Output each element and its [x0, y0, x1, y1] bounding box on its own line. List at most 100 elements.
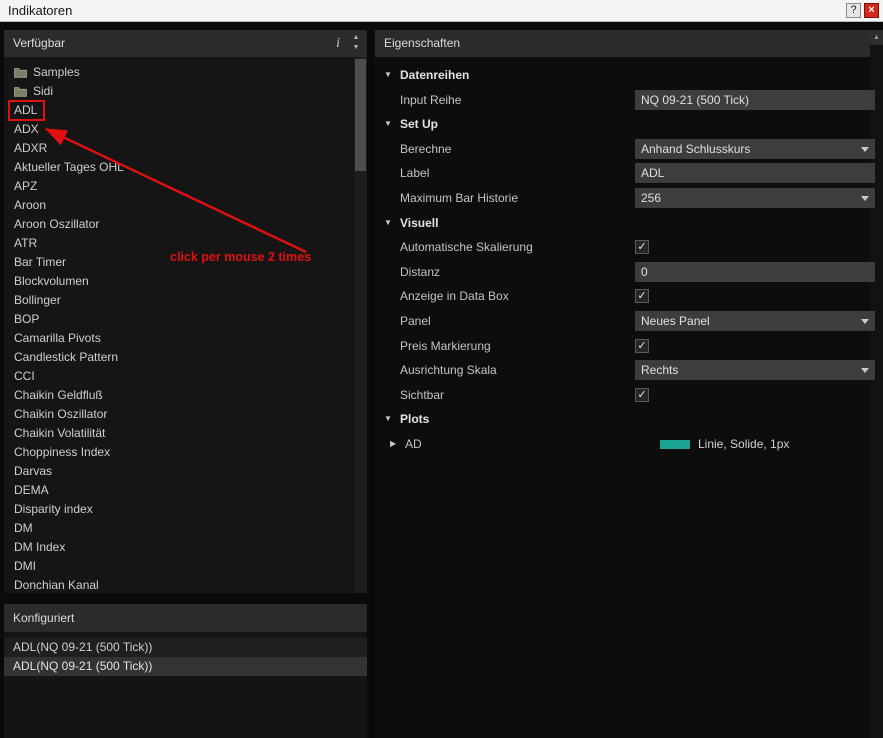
scroll-down-icon[interactable]: ▼	[349, 43, 363, 53]
available-item[interactable]: Bollinger	[4, 291, 367, 310]
ausrichtung-skala-select[interactable]: Rechts	[635, 360, 875, 381]
automatische-skalierung-checkbox[interactable]: ✓	[635, 240, 649, 255]
available-item-label: Darvas	[14, 464, 53, 478]
group-set-up[interactable]: ▼ Set Up	[375, 112, 870, 137]
sichtbar-checkbox[interactable]: ✓	[635, 387, 649, 402]
group-datenreihen[interactable]: ▼ Datenreihen	[375, 63, 870, 88]
available-item[interactable]: Camarilla Pivots	[4, 329, 367, 348]
info-icon[interactable]: i	[336, 30, 340, 57]
available-item[interactable]: Bar Timer	[4, 253, 367, 272]
available-item[interactable]: DEMA	[4, 481, 367, 500]
prop-row-berechne: Berechne Anhand Schlusskurs	[375, 137, 875, 162]
label-field[interactable]: ADL	[635, 163, 875, 184]
help-button[interactable]: ?	[846, 3, 861, 18]
configured-panel: Konfiguriert ADL(NQ 09-21 (500 Tick)) AD…	[4, 604, 367, 738]
close-button[interactable]: ×	[864, 3, 879, 18]
available-item[interactable]: Donchian Kanal	[4, 576, 367, 593]
title-bar: Indikatoren ? ×	[0, 0, 883, 22]
selected-value: Rechts	[641, 363, 679, 378]
available-item[interactable]: CCI	[4, 367, 367, 386]
chevron-right-icon[interactable]: ▶	[390, 432, 396, 457]
plot-style-text: Linie, Solide, 1px	[698, 437, 790, 452]
scroll-up-icon[interactable]: ▲	[870, 30, 883, 45]
available-item[interactable]: BOP	[4, 310, 367, 329]
preis-markierung-checkbox[interactable]: ✓	[635, 338, 649, 353]
available-item[interactable]: DMI	[4, 557, 367, 576]
prop-label: Label	[400, 166, 430, 181]
prop-label: Anzeige in Data Box	[400, 289, 509, 304]
available-scrollbar[interactable]	[354, 57, 367, 593]
available-item[interactable]: Aktueller Tages OHL	[4, 158, 367, 177]
prop-row-distanz: Distanz 0	[375, 260, 875, 285]
available-item[interactable]: ATR	[4, 234, 367, 253]
prop-row-panel: Panel Neues Panel	[375, 309, 875, 334]
configured-header-label: Konfiguriert	[13, 611, 75, 625]
available-item[interactable]: ADXR	[4, 139, 367, 158]
available-item[interactable]: Choppiness Index	[4, 443, 367, 462]
available-item-label: Donchian Kanal	[14, 578, 99, 592]
group-label: Plots	[400, 412, 430, 427]
available-panel: Verfügbar i ▲ ▼ Samples Sidi ADL ADX ADX…	[4, 30, 367, 593]
prop-label: Sichtbar	[400, 387, 445, 402]
prop-label: Distanz	[400, 264, 441, 279]
available-item[interactable]: Blockvolumen	[4, 272, 367, 291]
available-item[interactable]: APZ	[4, 177, 367, 196]
chevron-down-icon	[861, 318, 869, 324]
available-item[interactable]: DM	[4, 519, 367, 538]
maximum-bar-historie-select[interactable]: 256	[635, 187, 875, 208]
prop-row-sichtbar: Sichtbar ✓	[375, 383, 870, 408]
group-plots[interactable]: ▼ Plots	[375, 407, 870, 432]
available-item-label: DM Index	[14, 540, 66, 554]
available-item[interactable]: Aroon	[4, 196, 367, 215]
selected-value: 256	[641, 190, 662, 205]
check-icon: ✓	[637, 290, 647, 303]
prop-row-automatische-skalierung: Automatische Skalierung ✓	[375, 235, 870, 260]
input-reihe-field[interactable]: NQ 09-21 (500 Tick)	[635, 89, 875, 110]
chevron-down-icon: ▼	[384, 414, 392, 424]
available-item[interactable]: Disparity index	[4, 500, 367, 519]
available-item[interactable]: Samples	[4, 63, 367, 82]
available-item[interactable]: Sidi	[4, 82, 367, 101]
available-item[interactable]: Aroon Oszillator	[4, 215, 367, 234]
available-item[interactable]: Chaikin Geldfluß	[4, 386, 367, 405]
configured-list: ADL(NQ 09-21 (500 Tick)) ADL(NQ 09-21 (5…	[4, 632, 367, 738]
available-item[interactable]: Chaikin Oszillator	[4, 405, 367, 424]
group-visuell[interactable]: ▼ Visuell	[375, 211, 870, 236]
configured-item[interactable]: ADL(NQ 09-21 (500 Tick))	[4, 638, 367, 657]
available-item-label: ADL	[14, 103, 38, 117]
configured-item-selected[interactable]: ADL(NQ 09-21 (500 Tick))	[4, 657, 367, 676]
window-title: Indikatoren	[8, 3, 73, 18]
available-item[interactable]: DM Index	[4, 538, 367, 557]
prop-label: Maximum Bar Historie	[400, 190, 519, 205]
configured-header: Konfiguriert	[4, 604, 367, 632]
available-item-label: Candlestick Pattern	[14, 350, 119, 364]
available-item-label: Choppiness Index	[14, 445, 111, 459]
available-item-label: Camarilla Pivots	[14, 331, 101, 345]
chevron-down-icon: ▼	[384, 119, 392, 129]
scroll-up-icon[interactable]: ▲	[349, 33, 363, 43]
panel-select[interactable]: Neues Panel	[635, 310, 875, 331]
folder-icon	[14, 67, 27, 78]
available-item-label: BOP	[14, 312, 40, 326]
chevron-down-icon: ▼	[384, 70, 392, 79]
available-item-label: Chaikin Oszillator	[14, 407, 108, 421]
available-item-adl[interactable]: ADL	[4, 101, 367, 120]
prop-row-maximum-bar-historie: Maximum Bar Historie 256	[375, 186, 875, 211]
anzeige-in-data-box-checkbox[interactable]: ✓	[635, 289, 649, 304]
available-list: Samples Sidi ADL ADX ADXR Aktueller Tage…	[4, 57, 367, 593]
available-item-label: Aroon Oszillator	[14, 217, 100, 231]
available-item[interactable]: Darvas	[4, 462, 367, 481]
available-item[interactable]: ADX	[4, 120, 367, 139]
distanz-field[interactable]: 0	[635, 261, 875, 282]
prop-row-plot-ad: ▶ AD Linie, Solide, 1px	[375, 432, 870, 457]
available-item-label: Blockvolumen	[14, 274, 89, 288]
scrollbar-thumb[interactable]	[355, 59, 366, 171]
selected-value: Neues Panel	[641, 313, 710, 328]
available-item-label: Chaikin Geldfluß	[14, 388, 103, 402]
prop-row-input-reihe: Input Reihe NQ 09-21 (500 Tick)	[375, 88, 875, 113]
available-item[interactable]: Candlestick Pattern	[4, 348, 367, 367]
properties-panel: Eigenschaften ▲ ▼ Datenreihen Input Reih…	[375, 30, 883, 738]
berechne-select[interactable]: Anhand Schlusskurs	[635, 138, 875, 159]
properties-scrollbar[interactable]: ▲	[870, 30, 883, 738]
available-item[interactable]: Chaikin Volatilität	[4, 424, 367, 443]
